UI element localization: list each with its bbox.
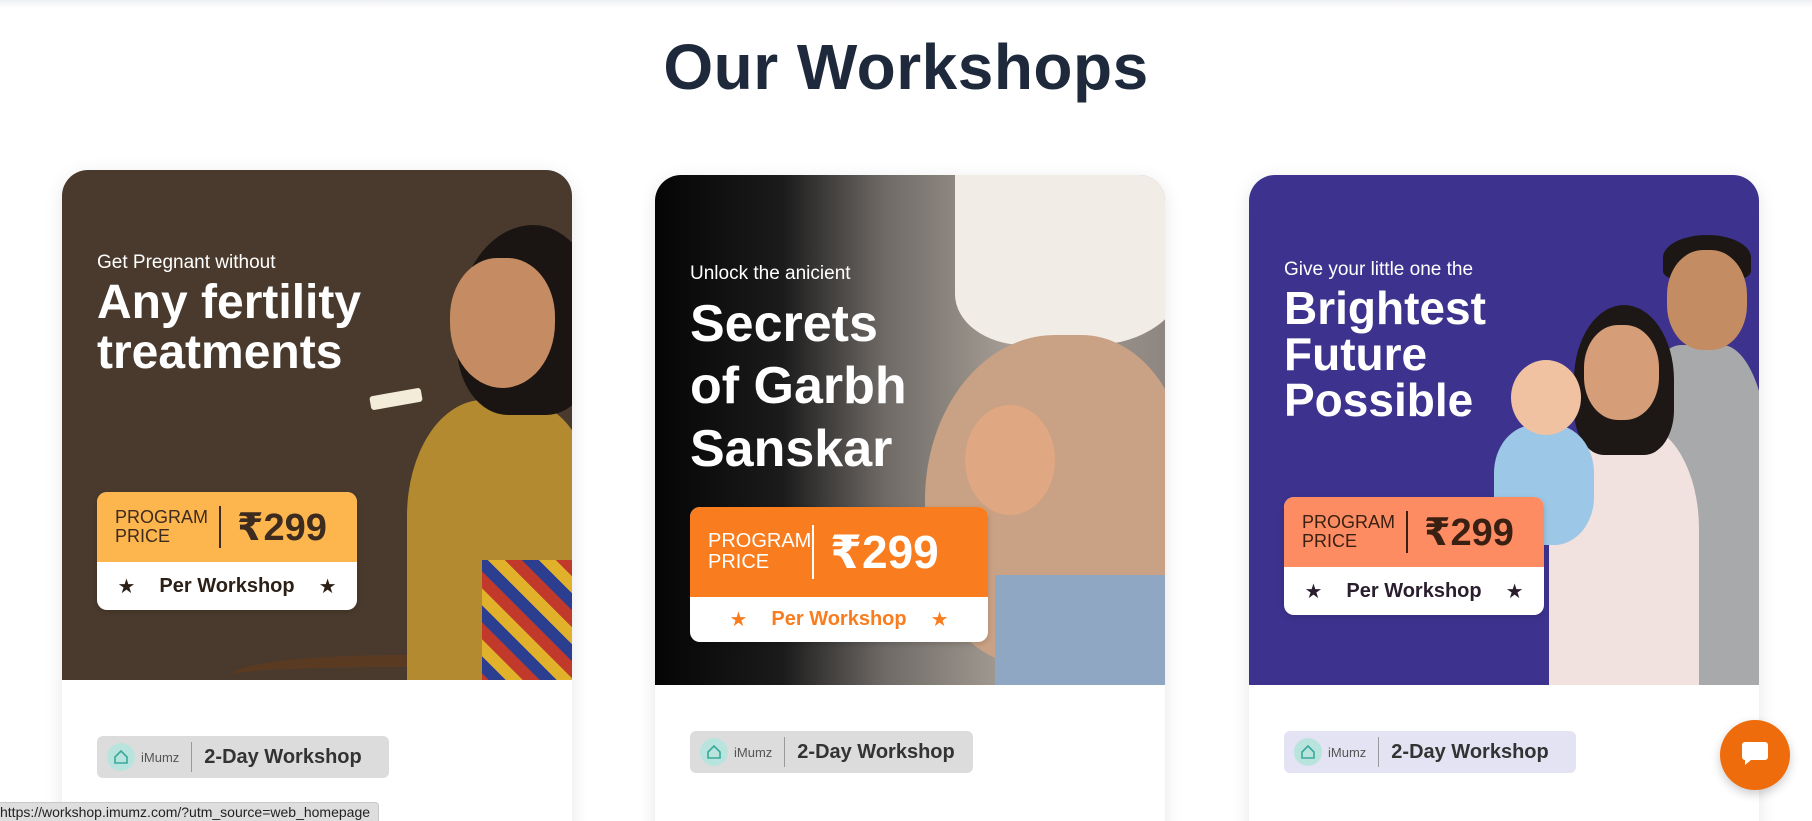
workshop-banner[interactable]: Unlock the anicient Secrets of Garbh San… [655,175,1165,685]
workshop-badge: iMumz 2-Day Workshop [1284,731,1576,773]
mother-face-illustration [1584,325,1659,420]
banner-eyebrow: Get Pregnant without [97,252,276,273]
imumz-logo-icon [107,743,135,771]
sari-illustration [482,560,572,680]
badge-divider [191,742,193,772]
baby-face-illustration [1511,360,1581,435]
price-amount: ₹299 [1424,511,1514,554]
badge-label: 2-Day Workshop [797,740,955,763]
workshop-badge: iMumz 2-Day Workshop [97,736,389,778]
brand-name: iMumz [734,744,773,760]
price-divider [219,506,221,548]
price-label-line: PROGRAM [115,507,209,528]
badge-label: 2-Day Workshop [1391,740,1549,763]
price-label-line: PROGRAM [1302,512,1396,533]
top-shadow [0,0,1812,8]
badge-divider [784,737,786,767]
jeans-illustration [995,575,1165,685]
price-box: PROGRAM PRICE ₹299 ★ Per Workshop ★ [1284,497,1544,615]
banner-headline: Brightest Future Possible [1284,285,1486,423]
workshop-card-brightest-future[interactable]: Give your little one the Brightest Futur… [1249,175,1759,821]
star-icon: ★ [729,609,748,631]
pregnancy-test-illustration [369,387,423,411]
headline-line: Secrets [690,295,878,353]
price-bottom: ★ Per Workshop ★ [1284,567,1544,615]
headline-line: Possible [1284,374,1474,426]
star-icon: ★ [1304,580,1323,603]
star-icon: ★ [117,575,136,598]
price-label-line: PROGRAM [708,530,812,552]
fetus-illustration [965,405,1055,515]
price-amount: ₹299 [830,526,939,578]
headline-line: Any fertility [97,276,362,329]
price-label: PROGRAM PRICE [1302,513,1406,551]
father-face-illustration [1667,250,1747,350]
workshop-banner[interactable]: Get Pregnant without Any fertility treat… [62,170,572,680]
workshop-badge: iMumz 2-Day Workshop [690,731,973,773]
imumz-logo-icon [700,738,728,766]
price-divider [812,525,814,579]
price-label-line: PRICE [1302,531,1358,551]
brand-name: iMumz [141,749,180,765]
price-top: PROGRAM PRICE ₹299 [690,507,988,597]
brand-name: iMumz [1328,744,1367,760]
headline-line: Sanskar [690,419,893,478]
price-bottom: ★ Per Workshop ★ [690,597,988,642]
price-label: PROGRAM PRICE [708,531,812,573]
price-label: PROGRAM PRICE [115,508,219,546]
star-icon: ★ [1505,580,1524,603]
chat-button[interactable] [1720,720,1790,790]
imumz-logo-icon [1294,738,1322,766]
per-workshop-label: Per Workshop [1346,579,1482,602]
chat-bubble-icon [1741,740,1769,771]
price-top: PROGRAM PRICE ₹299 [1284,497,1544,567]
badge-label: 2-Day Workshop [204,745,362,768]
price-label-line: PRICE [708,551,770,573]
headline-line: treatments [97,326,343,380]
badge-divider [1378,737,1380,767]
star-icon: ★ [930,609,949,631]
section-title: Our Workshops [663,31,1149,103]
headline-line: of Garbh [690,357,907,416]
workshop-card-garbh-sanskar[interactable]: Unlock the anicient Secrets of Garbh San… [655,175,1165,821]
workshop-banner[interactable]: Give your little one the Brightest Futur… [1249,175,1759,685]
shirt-illustration [955,175,1165,345]
workshop-card-fertility[interactable]: Get Pregnant without Any fertility treat… [62,170,572,821]
headline-line: Future [1284,328,1428,380]
price-box: PROGRAM PRICE ₹299 ★ Per Workshop ★ [690,507,988,642]
per-workshop-label: Per Workshop [771,608,907,630]
price-divider [1406,511,1408,553]
headline-line: Brightest [1284,282,1486,334]
woman-face-illustration [450,258,555,388]
price-amount: ₹299 [237,506,327,549]
price-box: PROGRAM PRICE ₹299 ★ Per Workshop ★ [97,492,357,610]
banner-headline: Secrets of Garbh Sanskar [690,293,907,480]
price-top: PROGRAM PRICE ₹299 [97,492,357,562]
price-bottom: ★ Per Workshop ★ [97,562,357,610]
banner-eyebrow: Give your little one the [1284,259,1474,280]
per-workshop-label: Per Workshop [159,574,295,597]
status-bar-url: https://workshop.imumz.com/?utm_source=w… [0,802,380,821]
banner-headline: Any fertility treatments [97,276,362,380]
star-icon: ★ [318,575,337,598]
price-label-line: PRICE [115,526,171,546]
banner-eyebrow: Unlock the anicient [690,263,851,284]
